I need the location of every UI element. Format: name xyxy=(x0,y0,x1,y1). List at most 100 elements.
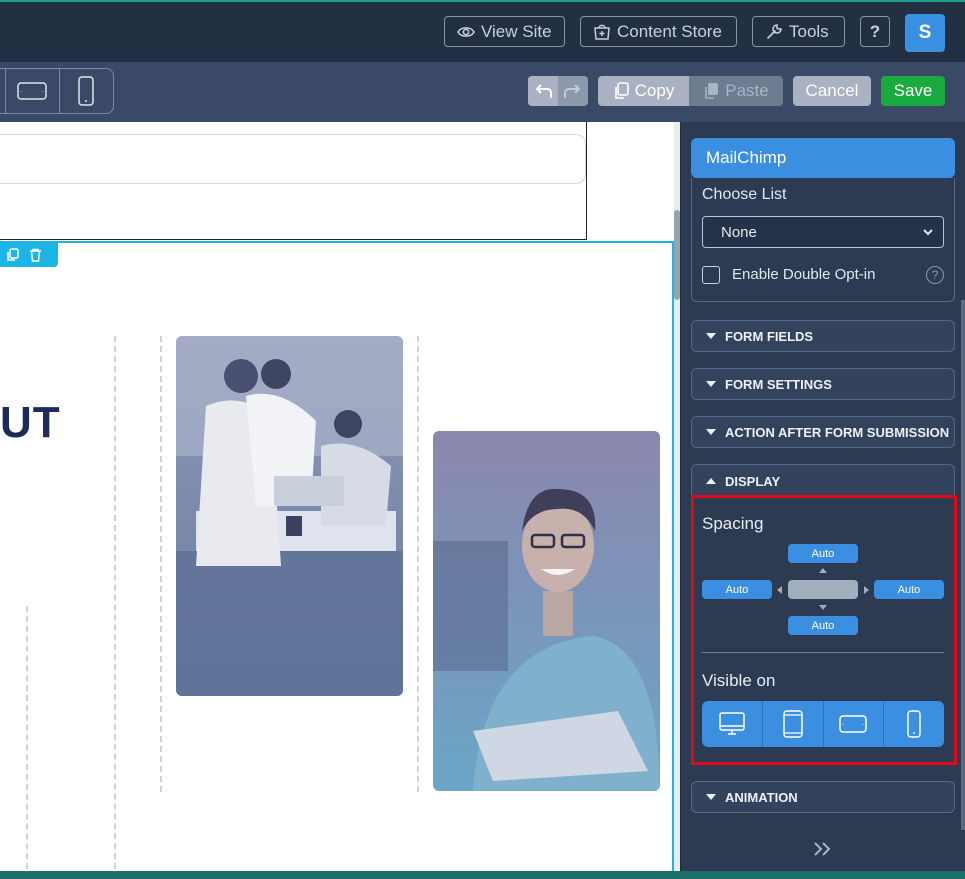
spacing-center-box xyxy=(788,580,858,599)
redo-icon xyxy=(564,84,581,98)
cancel-button[interactable]: Cancel xyxy=(793,76,871,106)
copy-icon xyxy=(614,82,629,99)
spacing-top-value: Auto xyxy=(811,547,835,560)
double-optin-checkbox[interactable] xyxy=(702,266,720,284)
content-store-label: Content Store xyxy=(617,21,722,41)
team-meeting-image[interactable] xyxy=(176,336,403,696)
animation-accordion[interactable]: ANIMATION xyxy=(691,781,955,813)
caret-up-icon xyxy=(706,478,716,484)
section-toolbar xyxy=(0,242,58,267)
choose-list-select[interactable]: None xyxy=(702,216,944,248)
spacing-top-button[interactable]: Auto xyxy=(788,544,858,563)
bottom-status-strip xyxy=(0,871,965,879)
form-fields-accordion[interactable]: FORM FIELDS xyxy=(691,320,955,352)
animation-label: ANIMATION xyxy=(725,789,798,805)
eye-icon xyxy=(457,26,475,37)
help-button[interactable]: ? xyxy=(860,16,890,47)
undo-icon xyxy=(535,84,552,98)
column-divider xyxy=(26,606,28,879)
caret-down-icon xyxy=(706,333,716,339)
man-with-laptop-image[interactable] xyxy=(433,431,660,791)
arrow-right-icon xyxy=(864,586,869,594)
undo-redo-group xyxy=(528,76,588,106)
copy-button[interactable]: Copy xyxy=(598,76,689,106)
avatar-initial: S xyxy=(918,22,932,43)
spacing-right-button[interactable]: Auto xyxy=(874,580,944,599)
spacing-left-value: Auto xyxy=(725,583,749,596)
mailchimp-tab-overlay-label: MailChimp xyxy=(706,148,787,167)
spacing-bottom-value: Auto xyxy=(811,619,835,632)
visible-mobile-toggle[interactable] xyxy=(883,701,944,747)
arrow-down-icon xyxy=(819,605,827,610)
view-site-button[interactable]: View Site xyxy=(444,16,565,47)
arrow-left-icon xyxy=(777,586,782,594)
spacing-label: Spacing xyxy=(702,514,764,533)
editor-canvas[interactable]: UT xyxy=(0,122,680,879)
visible-on-label: Visible on xyxy=(702,671,776,690)
tools-button[interactable]: Tools xyxy=(752,16,845,47)
trash-icon[interactable] xyxy=(29,248,42,262)
mobile-icon xyxy=(78,76,95,106)
visible-desktop-toggle[interactable] xyxy=(702,701,762,747)
wrench-icon xyxy=(767,23,782,39)
spacing-left-button[interactable]: Auto xyxy=(702,580,772,599)
action-after-submission-accordion[interactable]: ACTION AFTER FORM SUBMISSION xyxy=(691,416,955,448)
choose-list-label: Choose List xyxy=(702,186,787,203)
form-input-field[interactable] xyxy=(0,134,586,184)
mobile-preview-button[interactable] xyxy=(58,69,113,113)
paste-label: Paste xyxy=(725,81,769,100)
cancel-label: Cancel xyxy=(805,81,859,100)
top-bar: View Site Content Store Tools ? S xyxy=(0,0,965,62)
column-divider xyxy=(114,336,116,879)
column-divider xyxy=(417,336,419,792)
mobile-icon xyxy=(907,710,921,738)
desktop-icon xyxy=(719,712,745,735)
device-preview-group xyxy=(0,68,114,114)
editor-toolbar: Copy Paste Cancel Save xyxy=(0,62,965,122)
double-chevron-right-icon xyxy=(814,842,831,856)
panel-scrollbar[interactable] xyxy=(961,300,965,830)
caret-down-icon xyxy=(706,381,716,387)
display-accordion[interactable]: DISPLAY xyxy=(691,464,955,498)
tablet-landscape-icon xyxy=(17,82,47,100)
content-store-button[interactable]: Content Store xyxy=(580,16,737,47)
duplicate-icon[interactable] xyxy=(6,247,19,262)
store-icon xyxy=(594,24,610,40)
tablet-landscape-preview-button[interactable] xyxy=(4,69,59,113)
help-icon[interactable]: ? xyxy=(926,266,944,284)
column-divider xyxy=(160,336,162,792)
caret-down-icon xyxy=(706,429,716,435)
help-label: ? xyxy=(869,21,881,41)
action-after-label: ACTION AFTER FORM SUBMISSION xyxy=(725,424,950,440)
view-site-label: View Site xyxy=(481,21,552,41)
visible-tablet-landscape-toggle[interactable] xyxy=(822,701,884,747)
section-heading-fragment: UT xyxy=(0,398,61,447)
form-settings-accordion[interactable]: FORM SETTINGS xyxy=(691,368,955,400)
save-button[interactable]: Save xyxy=(881,76,945,106)
mailchimp-tab-overlay[interactable]: MailChimp xyxy=(691,138,955,178)
form-settings-label: FORM SETTINGS xyxy=(725,376,832,392)
paste-button[interactable]: Paste xyxy=(689,76,783,106)
undo-button[interactable] xyxy=(528,76,558,106)
caret-down-icon xyxy=(706,794,716,800)
double-optin-label: Enable Double Opt-in xyxy=(732,266,876,283)
chevron-down-icon xyxy=(923,229,933,236)
display-divider xyxy=(702,652,944,653)
save-label: Save xyxy=(893,81,933,100)
spacing-bottom-button[interactable]: Auto xyxy=(788,616,858,635)
tablet-portrait-icon xyxy=(782,710,803,738)
copy-label: Copy xyxy=(634,81,675,100)
choose-list-value: None xyxy=(721,223,757,241)
tools-label: Tools xyxy=(789,21,829,41)
tablet-landscape-icon xyxy=(839,715,868,733)
spacing-right-value: Auto xyxy=(897,583,921,596)
user-avatar[interactable]: S xyxy=(905,14,945,52)
visible-on-device-group xyxy=(702,701,944,747)
help-icon-glyph: ? xyxy=(931,268,939,282)
redo-button[interactable] xyxy=(558,76,588,106)
form-fields-label: FORM FIELDS xyxy=(725,328,814,344)
visible-tablet-portrait-toggle[interactable] xyxy=(761,701,823,747)
display-label: DISPLAY xyxy=(725,473,781,489)
expand-panel-button[interactable] xyxy=(812,840,834,863)
paste-icon xyxy=(705,83,719,99)
